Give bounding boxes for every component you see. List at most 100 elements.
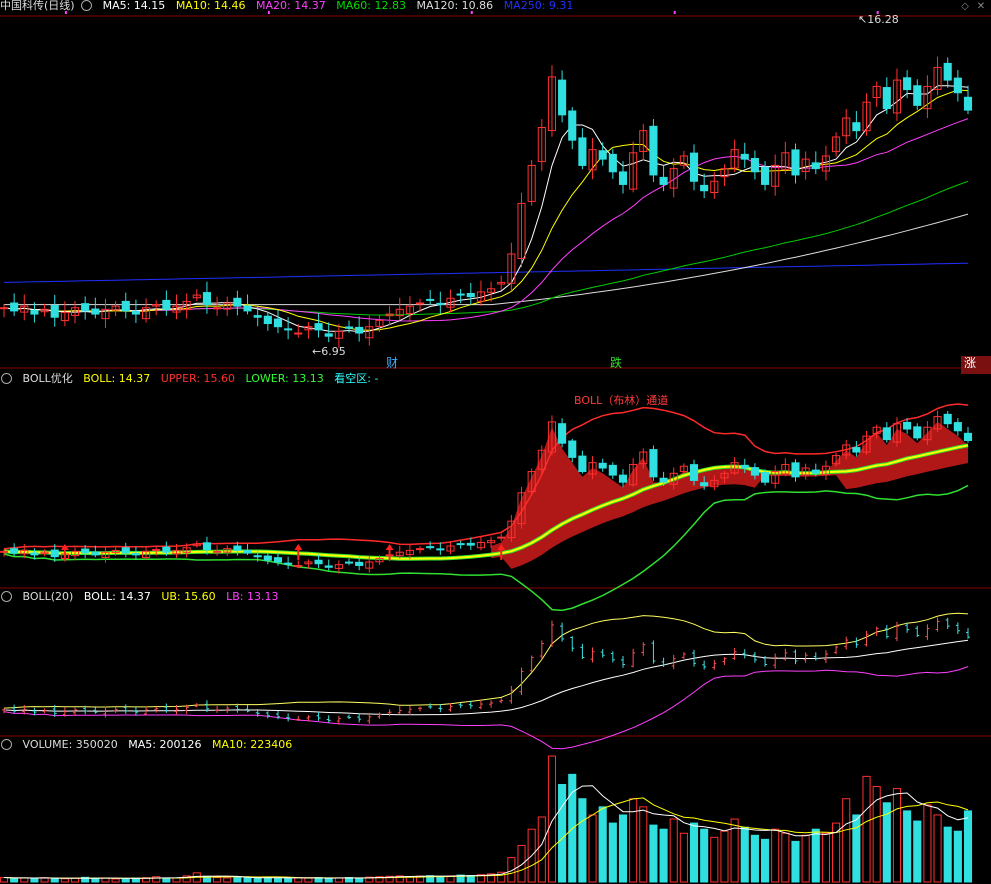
- candle-body: [558, 79, 567, 116]
- boll-candle-body: [811, 469, 820, 474]
- boll-candle-body: [913, 426, 922, 439]
- volume-bar: [933, 814, 942, 883]
- window-diamond-icon[interactable]: ◇: [958, 0, 972, 14]
- marker-cai: 财: [386, 356, 399, 370]
- indicator-dot-icon[interactable]: [81, 0, 93, 11]
- volume-bar: [304, 877, 313, 883]
- boll-candle-body: [436, 548, 445, 551]
- boll-candle-body: [649, 449, 658, 478]
- boll-candle-body: [943, 413, 952, 425]
- boll20-ub: UB: 15.60: [161, 590, 216, 603]
- volume-value: VOLUME: 350020: [22, 738, 118, 751]
- volume-bar: [50, 878, 59, 883]
- volume-bar: [588, 814, 597, 883]
- boll20-ub-line: [3, 612, 969, 709]
- ma120-value: MA120: 10.86: [416, 0, 494, 12]
- volume-bar: [223, 877, 232, 883]
- ma60-line: [3, 180, 969, 316]
- candle-body: [811, 162, 820, 170]
- boll20-mid: BOLL: 14.37: [83, 590, 151, 603]
- volume-bar: [253, 877, 262, 883]
- boll-candle-body: [0, 550, 9, 553]
- boll-candle-body: [294, 565, 303, 567]
- volume-bar: [30, 877, 39, 883]
- boll-candle-body: [426, 546, 435, 549]
- ma250-line: [3, 262, 969, 283]
- volume-bar: [649, 824, 658, 883]
- volume-bar: [355, 877, 364, 883]
- boll-opt-name: BOLL优化: [22, 372, 73, 385]
- volume-bar: [669, 818, 678, 883]
- candle-body: [0, 307, 9, 310]
- indicator-dot-icon[interactable]: [1, 372, 12, 384]
- boll-mid-thick-line: [3, 443, 969, 561]
- boll-candle-body: [791, 462, 800, 478]
- volume-bar: [821, 832, 830, 883]
- candle-body: [324, 333, 333, 337]
- boll-candle-body: [953, 422, 962, 432]
- candle-body: [943, 62, 952, 81]
- candle-body: [284, 328, 293, 331]
- volume-bar: [537, 816, 546, 883]
- volume-ma10: MA10: 223406: [211, 738, 293, 751]
- candle-body: [456, 293, 465, 296]
- volume-bar: [10, 877, 19, 883]
- boll-opt-bear-zone: 看空区: -: [334, 372, 379, 385]
- boll-red-area: [491, 421, 968, 569]
- indicator-dot-icon[interactable]: [1, 738, 12, 750]
- boll20-mid-line: [3, 639, 969, 716]
- candle-body: [578, 137, 587, 166]
- volume-bar: [618, 814, 628, 883]
- volume-panel-header: VOLUME: 350020 MA5: 200126 MA10: 223406: [0, 737, 299, 753]
- candle-body: [202, 292, 211, 306]
- window-close-icon[interactable]: ✕: [974, 0, 988, 14]
- candle-body: [913, 85, 922, 106]
- boll-candle-body: [121, 547, 130, 554]
- boll-candle-body: [740, 464, 749, 469]
- boll-opt-lower: LOWER: 13.13: [245, 372, 324, 385]
- candle-body: [466, 293, 475, 298]
- volume-bar: [740, 826, 749, 883]
- boll-candle-body: [324, 565, 333, 568]
- volume-bar: [172, 877, 181, 883]
- boll-candle-body: [558, 423, 567, 444]
- boll-opt-boll: BOLL: 14.37: [83, 372, 151, 385]
- boll-candle-body: [882, 427, 891, 441]
- boll-candle-body: [50, 549, 59, 558]
- volume-bar: [679, 832, 688, 883]
- boll-candle-body: [466, 542, 475, 546]
- volume-bar: [639, 806, 648, 883]
- boll-candle-body: [243, 549, 252, 554]
- marker-die: 跌: [610, 356, 623, 370]
- candle-body: [882, 87, 891, 110]
- volume-bar: [750, 834, 759, 883]
- indicator-dot-icon[interactable]: [1, 590, 12, 602]
- volume-bar: [558, 784, 567, 883]
- candle-body: [700, 184, 709, 192]
- ma10-line: [3, 89, 969, 331]
- candle-body: [30, 310, 39, 315]
- volume-bar: [213, 877, 222, 883]
- boll-candle-body: [253, 555, 262, 558]
- boll-candle-body: [81, 548, 90, 554]
- ma60-value: MA60: 12.83: [336, 0, 406, 12]
- boll-candle-body: [263, 555, 272, 561]
- candle-body: [263, 315, 272, 325]
- boll-candle-body: [618, 474, 628, 483]
- candle-body: [903, 77, 912, 91]
- boll-candle-body: [700, 482, 709, 487]
- boll-candle-body: [456, 543, 465, 546]
- volume-bar: [111, 878, 120, 883]
- volume-bar: [436, 875, 445, 883]
- volume-bar: [284, 877, 293, 883]
- volume-bar: [273, 877, 283, 883]
- volume-bar: [872, 786, 881, 883]
- candle-body: [162, 299, 171, 310]
- candle-body: [50, 305, 59, 318]
- candle-body: [608, 153, 617, 173]
- candle-body: [273, 318, 283, 328]
- volume-bar: [781, 832, 790, 883]
- boll-candle-body: [344, 561, 354, 564]
- boll-candle-body: [30, 552, 39, 556]
- candle-body: [740, 153, 749, 160]
